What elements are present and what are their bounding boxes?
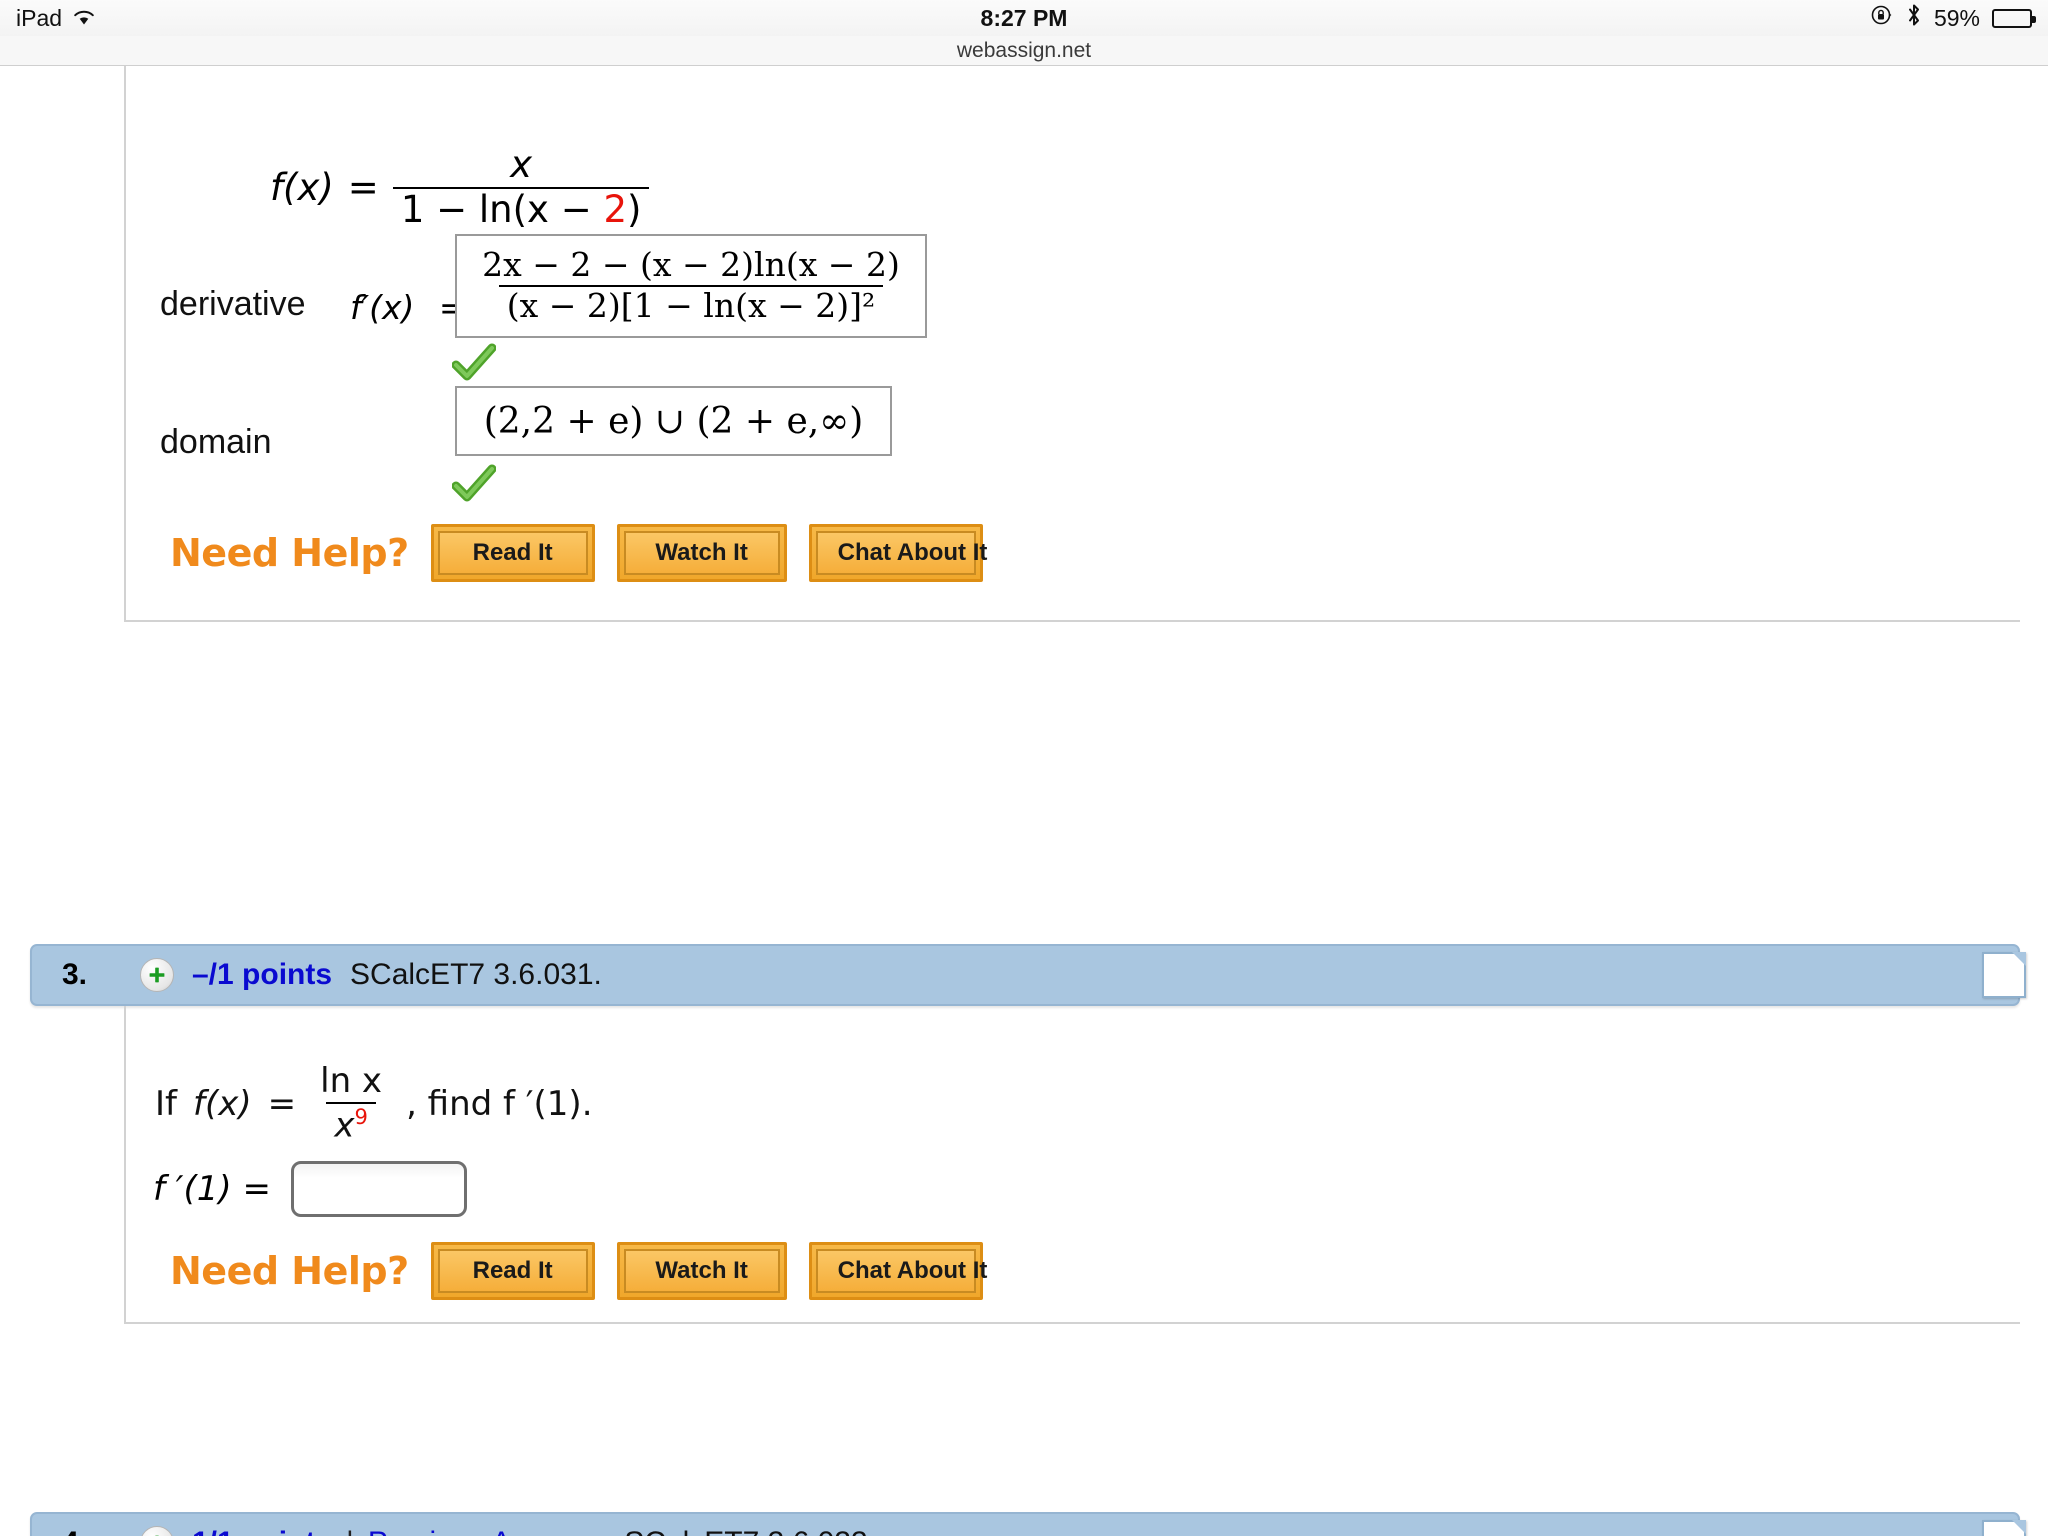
prompt-prefix: If bbox=[155, 1083, 177, 1124]
question-3-need-help: Need Help? Read It Watch It Chat About I… bbox=[170, 1242, 987, 1300]
domain-answer-box: (2,2 + e) ∪ (2 + e,∞) bbox=[455, 386, 892, 456]
prompt-denominator-base: x bbox=[334, 1105, 355, 1146]
fraction-denominator: 1 − ln(x − 2) bbox=[392, 186, 650, 231]
plus-circle-icon[interactable] bbox=[140, 958, 174, 992]
denominator-prefix: 1 − ln(x − bbox=[400, 187, 604, 231]
question-3-prompt: If f(x) = ln x x9 , find f ′(1). bbox=[155, 1061, 593, 1146]
need-help-label-q3: Need Help? bbox=[170, 1249, 409, 1293]
denominator-suffix: ) bbox=[627, 187, 642, 231]
clock-time: 8:27 PM bbox=[980, 4, 1068, 31]
question-3-bottom-rule bbox=[124, 1066, 126, 1324]
question-2-function-expression: f(x) = x 1 − ln(x − 2) bbox=[270, 143, 650, 231]
question-3-header[interactable]: 3. –/1 points SCalcET7 3.6.031. bbox=[30, 944, 2026, 1006]
chat-about-it-button-q3[interactable]: Chat About It bbox=[808, 1242, 987, 1300]
question-4-points: 1/1 points bbox=[192, 1526, 332, 1536]
question-3-code: SCalcET7 3.6.031. bbox=[350, 958, 602, 991]
plus-circle-icon-q4[interactable] bbox=[140, 1526, 174, 1536]
chat-about-it-button[interactable]: Chat About It bbox=[808, 524, 987, 582]
watch-it-label: Watch It bbox=[623, 531, 780, 575]
status-clock-group: 8:27 PM bbox=[0, 0, 2048, 36]
derivative-fraction: 2x − 2 − (x − 2)ln(x − 2) (x − 2)[1 − ln… bbox=[474, 248, 908, 323]
status-right-group: 59% bbox=[1870, 3, 2036, 33]
denominator-red-value: 2 bbox=[603, 187, 628, 231]
notes-page-icon[interactable] bbox=[1982, 952, 2026, 998]
question-3-number: 3. bbox=[62, 958, 88, 991]
rotation-lock-icon bbox=[1870, 3, 1894, 33]
browser-url-bar[interactable]: webassign.net bbox=[0, 36, 2048, 66]
wifi-icon bbox=[72, 5, 96, 32]
question-3-bottom-edge bbox=[124, 1322, 2020, 1324]
derivative-answer-box: 2x − 2 − (x − 2)ln(x − 2) (x − 2)[1 − ln… bbox=[455, 234, 927, 338]
domain-value: (2,2 + e) ∪ (2 + e,∞) bbox=[483, 400, 864, 442]
question-3-panel bbox=[124, 1006, 2020, 1066]
prompt-function: f(x) bbox=[193, 1083, 252, 1124]
prompt-denominator-exponent: 9 bbox=[354, 1103, 368, 1129]
device-label: iPad bbox=[16, 4, 63, 31]
notes-page-icon-q4[interactable] bbox=[1982, 1520, 2026, 1536]
function-fraction: x 1 − ln(x − 2) bbox=[392, 143, 650, 231]
assignment-page: f(x) = x 1 − ln(x − 2) derivative f′(x) … bbox=[0, 66, 2048, 1536]
answer-label: f ′(1) = bbox=[153, 1169, 271, 1209]
read-it-button-q3[interactable]: Read It bbox=[430, 1242, 595, 1300]
prompt-fraction-numerator: ln x bbox=[320, 1061, 383, 1101]
domain-label: domain bbox=[160, 423, 272, 461]
read-it-label-q3: Read It bbox=[437, 1249, 588, 1293]
status-left-group: iPad bbox=[16, 5, 96, 32]
battery-icon bbox=[1992, 8, 2036, 28]
prompt-fraction-denominator: x9 bbox=[326, 1101, 376, 1146]
answer-input[interactable] bbox=[290, 1161, 467, 1217]
question-4-number: 4. bbox=[62, 1526, 140, 1536]
need-help-label: Need Help? bbox=[170, 531, 409, 575]
watch-it-button[interactable]: Watch It bbox=[616, 524, 787, 582]
chat-about-it-label-q3: Chat About It bbox=[815, 1249, 987, 1293]
question-4-header[interactable]: 4. 1/1 points | Previous Answers SCalcET… bbox=[30, 1512, 2026, 1536]
previous-answers-link[interactable]: Previous Answers bbox=[368, 1526, 606, 1536]
url-text: webassign.net bbox=[956, 38, 1092, 62]
ios-status-bar: iPad 8:27 PM 59% bbox=[0, 0, 2048, 36]
function-notation: f(x) bbox=[270, 166, 334, 210]
fraction-numerator: x bbox=[510, 143, 533, 186]
watch-it-button-q3[interactable]: Watch It bbox=[616, 1242, 787, 1300]
chat-about-it-label: Chat About It bbox=[815, 531, 987, 575]
prompt-suffix: , find f ′(1). bbox=[406, 1083, 593, 1124]
derivative-correct-check-icon bbox=[451, 343, 497, 383]
battery-percent-label: 59% bbox=[1933, 4, 1980, 31]
domain-correct-check-icon bbox=[451, 464, 497, 504]
bluetooth-icon bbox=[1906, 3, 1922, 33]
read-it-label: Read It bbox=[437, 531, 588, 575]
derivative-numerator: 2x − 2 − (x − 2)ln(x − 2) bbox=[482, 245, 900, 285]
equals-sign: = bbox=[347, 166, 379, 210]
question-3-answer-row: f ′(1) = bbox=[153, 1161, 467, 1217]
question-2-need-help-row: Need Help? Read It Watch It Chat About I… bbox=[170, 524, 987, 582]
prompt-equals: = bbox=[267, 1083, 297, 1124]
read-it-button[interactable]: Read It bbox=[430, 524, 595, 582]
derivative-label: derivative bbox=[160, 285, 306, 323]
derivative-fprime-notation: f′(x) = bbox=[350, 288, 467, 327]
watch-it-label-q3: Watch It bbox=[623, 1249, 780, 1293]
question-3-points: –/1 points bbox=[192, 958, 333, 991]
derivative-denominator: (x − 2)[1 − ln(x − 2)]² bbox=[498, 285, 884, 324]
question-4-code: SCalcET7 3.6.033. bbox=[624, 1526, 876, 1536]
question-4-separator: | bbox=[346, 1526, 354, 1536]
prompt-fraction: ln x x9 bbox=[312, 1061, 390, 1146]
